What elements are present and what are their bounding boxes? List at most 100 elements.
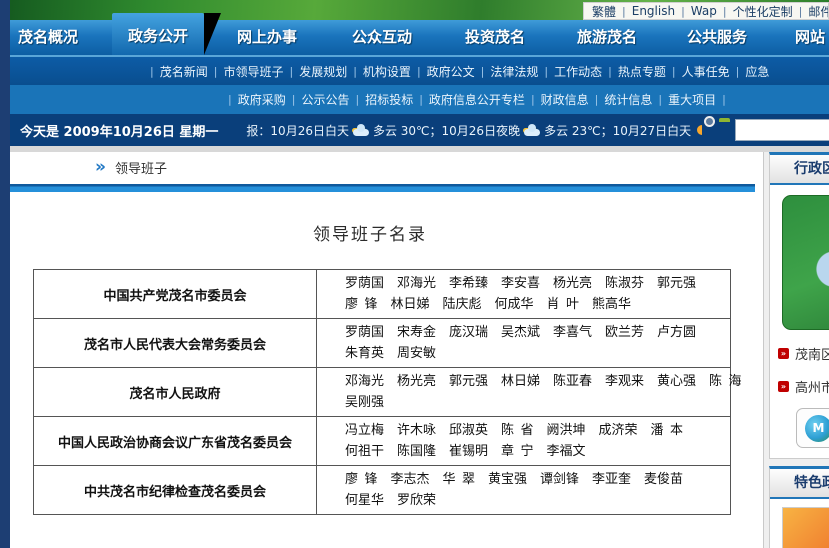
members-cell: 邓海光 杨光亮 郭元强 林日娣 陈亚春 李观来 黄心强 陈 海 吴刚强 [317,368,731,417]
weather-segment-1: 报：10月26日白天 [246,122,349,139]
subnav-public-notices[interactable]: 公示公告 [301,91,349,108]
org-name-cell: 中国共产党茂名市委员会 [34,270,317,319]
tab-site-nav[interactable]: 网站 [795,20,825,55]
table-row: 中国人民政治协商会议广东省茂名委员会 冯立梅 许木咏 邱淑英 陈 省 阙洪坤 成… [34,417,731,466]
separator: | [289,65,293,78]
blue-divider-bar [10,184,755,192]
weather-segment-3: 多云 23℃；10月27日白天 [544,122,691,139]
tab-online-services[interactable]: 网上办事 [237,20,297,55]
admin-divisions-panel: 行政区划 » 茂南区 » 高州市 M [769,152,829,459]
members-cell: 廖 锋 李志杰 华 翠 黄宝强 谭剑锋 李亚奎 麦俊苗 何星华 罗欣荣 [317,466,731,515]
separator: | [658,93,662,106]
member-names-line: 罗荫国 邓海光 李希臻 李安喜 杨光亮 陈淑芬 郭元强 [345,273,726,294]
sidebar-item-maonan-district[interactable]: » 茂南区 [778,344,829,363]
tab-government-affairs-active[interactable]: 政务公开 [112,13,204,55]
separator: | [722,93,726,106]
sidebar-link-label: 茂南区 [795,344,829,363]
weather-text: 报：10月26日白天 多云 30℃；10月26日夜晚 多云 23℃；10月27日… [246,122,705,139]
subnav-gov-procurement[interactable]: 政府采购 [238,91,286,108]
subnav-fiscal-info[interactable]: 财政信息 [541,91,589,108]
subnav-maoming-news[interactable]: 茂名新闻 [160,63,208,80]
right-sidebar: 行政区划 » 茂南区 » 高州市 M 特色政务 [763,152,829,548]
table-row: 茂名市人民代表大会常务委员会 罗荫国 宋寿金 庞汉瑞 吴杰斌 李喜气 欧兰芳 卢… [34,319,731,368]
tab-maoming-overview[interactable]: 茂名概况 [18,20,78,55]
globe-icon: M [805,415,829,442]
subnav-statistics[interactable]: 统计信息 [604,91,652,108]
separator: | [531,93,535,106]
subnav-hot-topics[interactable]: 热点专题 [618,63,666,80]
main-nav-bar: 茂名概况 政务公开 网上办事 公众互动 投资茂名 旅游茂名 公共服务 网站 [0,20,829,57]
subnav-work-updates[interactable]: 工作动态 [554,63,602,80]
featured-poster-image[interactable] [782,507,829,548]
link-wap[interactable]: Wap [691,4,717,18]
red-arrow-bullet-icon: » [778,348,789,359]
member-names-line: 何星华 罗欣荣 [345,490,726,511]
subnav-emergency[interactable]: 应急 [745,63,769,80]
tab-public-interaction[interactable]: 公众互动 [352,20,412,55]
cloudy-weather-icon [353,125,369,136]
members-cell: 罗荫国 宋寿金 庞汉瑞 吴杰斌 李喜气 欧兰芳 卢方圆 朱育英 周安敏 [317,319,731,368]
separator: | [672,65,676,78]
administrative-map-image[interactable] [782,195,829,330]
member-names-line: 邓海光 杨光亮 郭元强 林日娣 陈亚春 李观来 黄心强 陈 海 [345,371,726,392]
separator: | [681,5,685,18]
separator: | [608,65,612,78]
members-cell: 冯立梅 许木咏 邱淑英 陈 省 阙洪坤 成济荣 潘 本 何祖干 陈国隆 崔锡明 … [317,417,731,466]
separator: | [595,93,599,106]
red-arrow-bullet-icon: » [778,381,789,392]
main-column: » 领导班子 领导班子名录 中国共产党茂名市委员会 罗荫国 邓海光 李希臻 李安… [10,152,763,548]
org-name-cell: 中国人民政治协商会议广东省茂名委员会 [34,417,317,466]
tab-travel-maoming[interactable]: 旅游茂名 [577,20,637,55]
separator: | [481,65,485,78]
subnav-bidding[interactable]: 招标投标 [365,91,413,108]
member-names-line: 朱育英 周安敏 [345,343,726,364]
globe-logo-button[interactable]: M [796,408,829,448]
subnav-laws-regulations[interactable]: 法律法规 [490,63,538,80]
link-traditional-chinese[interactable]: 繁體 [592,3,616,20]
table-row: 中共茂名市纪律检查茂名委员会 廖 锋 李志杰 华 翠 黄宝强 谭剑锋 李亚奎 麦… [34,466,731,515]
subnav-major-projects[interactable]: 重大项目 [668,91,716,108]
breadcrumb: » 领导班子 [10,152,763,182]
sidebar-item-gaozhou-city[interactable]: » 高州市 [778,377,829,396]
cloudy-weather-icon [524,125,540,136]
org-name-cell: 茂名市人民政府 [34,368,317,417]
separator: | [355,93,359,106]
sidebar-link-label: 高州市 [795,377,829,396]
search-input[interactable] [735,119,829,141]
subnav-info-disclosure[interactable]: 政府信息公开专栏 [429,91,525,108]
separator: | [544,65,548,78]
separator: | [723,5,727,18]
subnav-development-planning[interactable]: 发展规划 [299,63,347,80]
member-names-line: 何祖干 陈国隆 崔锡明 章 宁 李福文 [345,441,726,462]
subnav-row-1: | 茂名新闻 | 市领导班子 | 发展规划 | 机构设置 | 政府公文 | 法律… [0,57,829,85]
link-personalize[interactable]: 个性化定制 [733,3,793,20]
subnav-city-leadership[interactable]: 市领导班子 [223,63,283,80]
subnav-personnel[interactable]: 人事任免 [682,63,730,80]
breadcrumb-label: 领导班子 [115,158,167,177]
featured-header: 特色政务 [770,469,829,499]
separator: | [419,93,423,106]
subnav-org-structure[interactable]: 机构设置 [363,63,411,80]
tab-invest-maoming[interactable]: 投资茂名 [465,20,525,55]
sun-crescent-icon [697,125,702,135]
link-english[interactable]: English [632,4,675,18]
quick-links-bar: 繁體 | English | Wap | 个性化定制 | 邮件 [583,2,829,20]
org-name-cell: 茂名市人民代表大会常务委员会 [34,319,317,368]
member-names-line: 吴刚强 [345,392,726,413]
link-mail[interactable]: 邮件 [808,3,829,20]
tab-public-services[interactable]: 公共服务 [687,20,747,55]
table-row: 中国共产党茂名市委员会 罗荫国 邓海光 李希臻 李安喜 杨光亮 陈淑芬 郭元强 … [34,270,731,319]
separator: | [736,65,740,78]
separator: | [214,65,218,78]
leadership-roster-table: 中国共产党茂名市委员会 罗荫国 邓海光 李希臻 李安喜 杨光亮 陈淑芬 郭元强 … [33,269,731,515]
member-names-line: 罗荫国 宋寿金 庞汉瑞 吴杰斌 李喜气 欧兰芳 卢方圆 [345,322,726,343]
separator: | [228,93,232,106]
page: 繁體 | English | Wap | 个性化定制 | 邮件 茂名概况 政务公… [0,0,829,548]
member-names-line: 冯立梅 许木咏 邱淑英 陈 省 阙洪坤 成济荣 潘 本 [345,420,726,441]
today-date-text: 今天是 2009年10月26日 星期一 [20,121,218,140]
members-cell: 罗荫国 邓海光 李希臻 李安喜 杨光亮 陈淑芬 郭元强 廖 锋 林日娣 陆庆彪 … [317,270,731,319]
subnav-gov-documents[interactable]: 政府公文 [427,63,475,80]
separator: | [292,93,296,106]
left-border-strip [0,0,10,548]
member-names-line: 廖 锋 林日娣 陆庆彪 何成华 肖 叶 熊高华 [345,294,726,315]
